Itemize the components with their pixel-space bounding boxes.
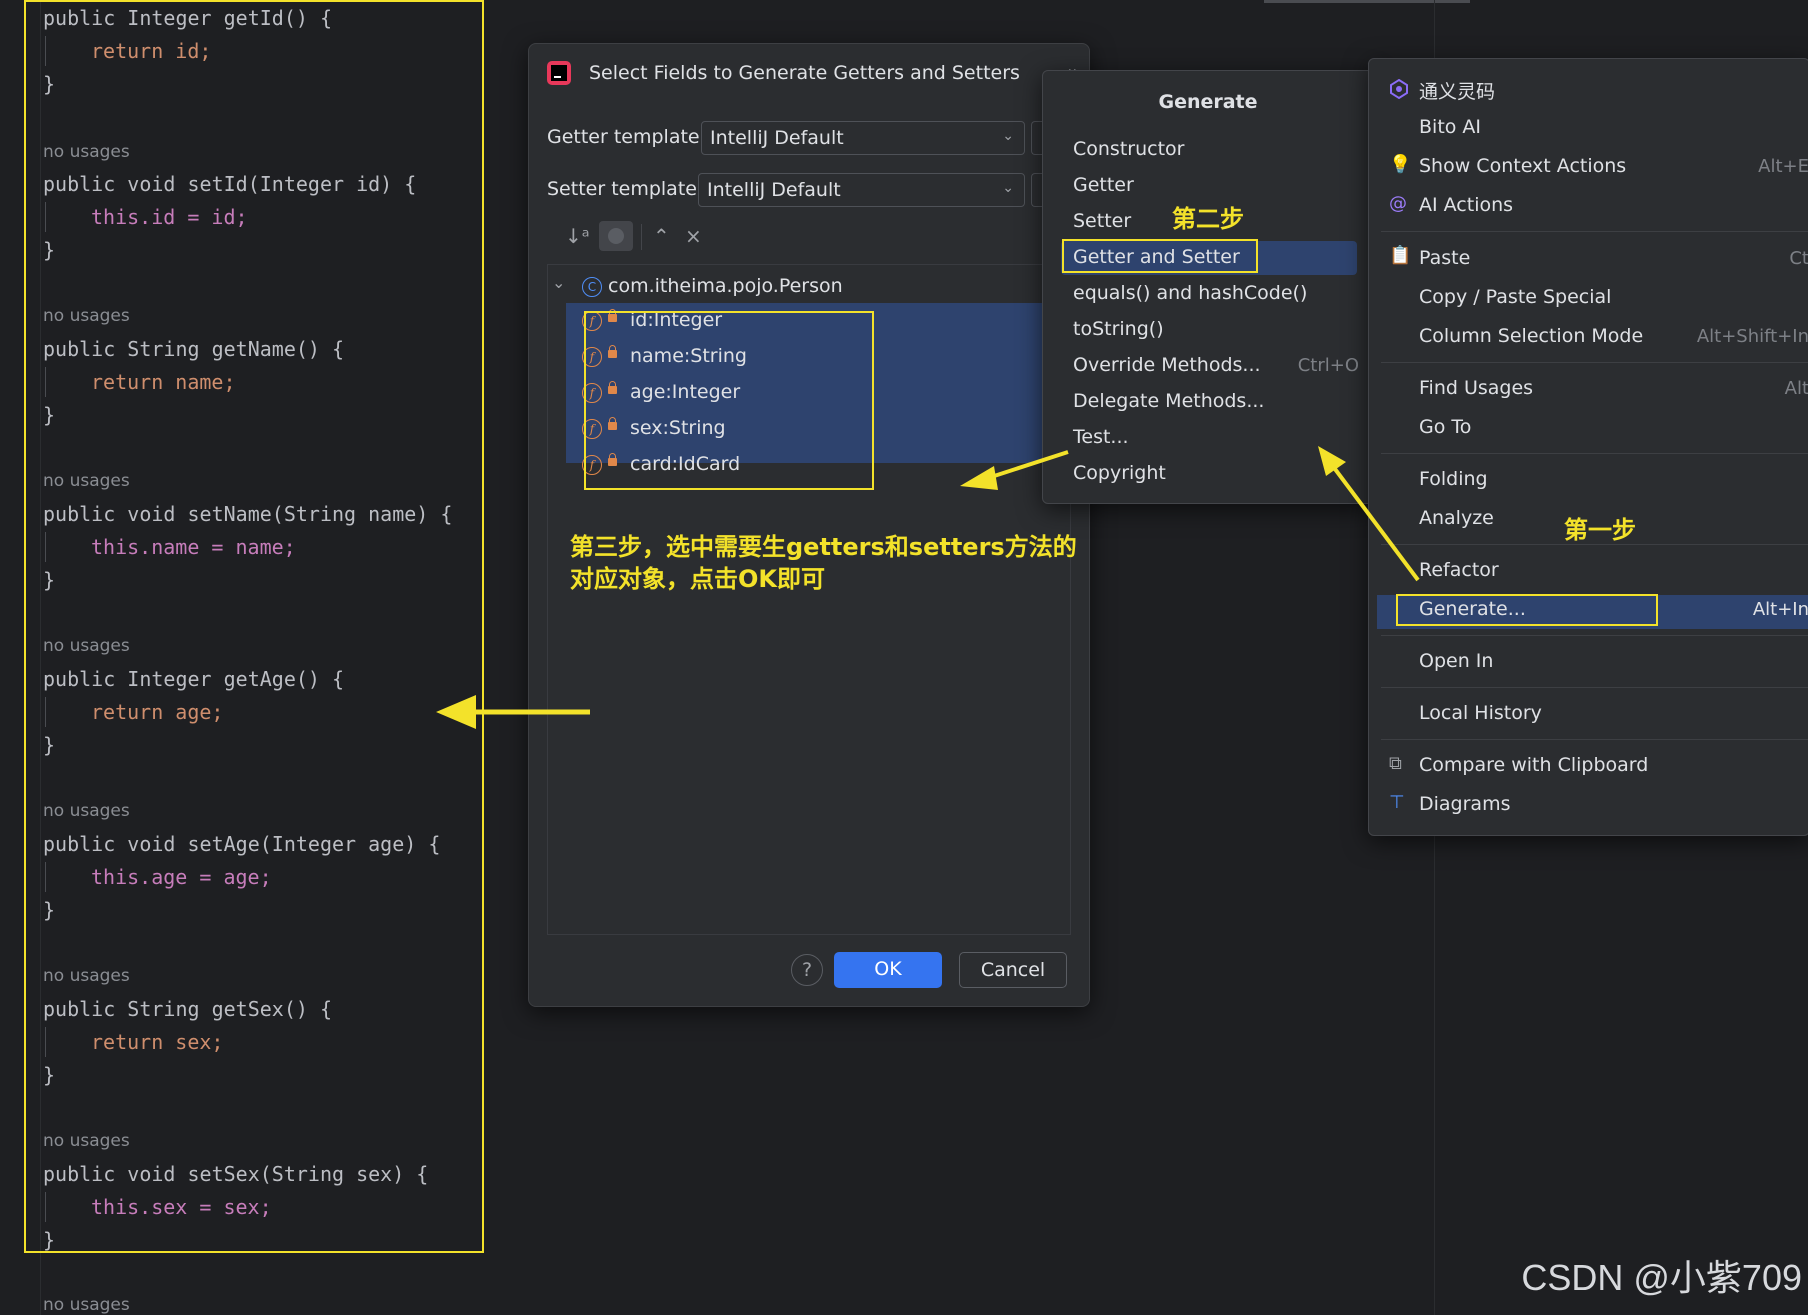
- arrow-step1: [1318, 446, 1420, 582]
- arrow-step2: [960, 450, 1069, 490]
- watermark: CSDN @小紫709: [1521, 1257, 1802, 1298]
- arrow-step3: [436, 695, 590, 729]
- annotation-arrows: [436, 446, 1420, 729]
